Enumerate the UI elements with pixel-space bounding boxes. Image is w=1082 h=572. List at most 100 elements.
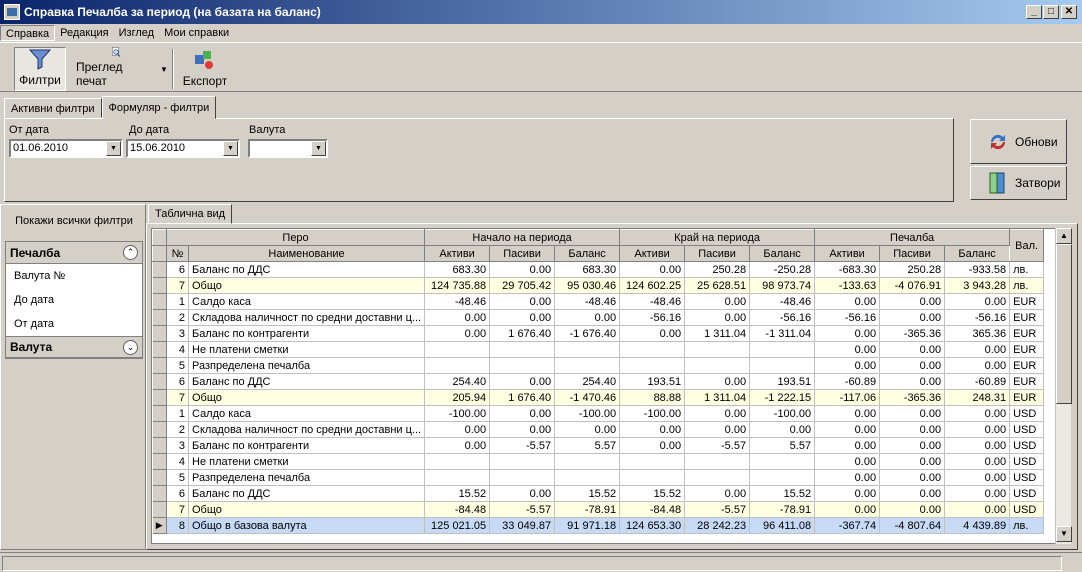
column-header[interactable]: Наименование bbox=[187, 245, 426, 262]
group-header-profit[interactable]: Печалба ⌃ bbox=[6, 242, 142, 264]
table-row[interactable]: 2 Складова наличност по средни доставни ц… bbox=[152, 421, 1045, 438]
column-header[interactable]: Активи bbox=[619, 245, 686, 262]
item-name: Салдо каса bbox=[188, 405, 426, 422]
column-header[interactable]: Активи bbox=[424, 245, 491, 262]
scroll-up-icon[interactable]: ▲ bbox=[1056, 228, 1072, 244]
report-grid[interactable]: Перо Начало на периода Край на периода П… bbox=[151, 228, 1071, 544]
menu-edit[interactable]: Редакция bbox=[55, 25, 113, 41]
table-row[interactable]: 6 Баланс по ДДС 15.52 0.00 15.52 15.52 0.00 15.… bbox=[152, 485, 1045, 502]
menu-view[interactable]: Изглед bbox=[114, 25, 159, 41]
column-header[interactable]: Баланс bbox=[554, 245, 621, 262]
column-header[interactable]: Пасиви bbox=[879, 245, 946, 262]
filters-button[interactable]: Филтри bbox=[14, 47, 66, 91]
value-cell: -250.28 bbox=[749, 261, 816, 278]
value-cell: 0.00 bbox=[619, 437, 686, 454]
value-cell: -367.74 bbox=[814, 517, 881, 534]
value-cell: 0.00 bbox=[944, 405, 1011, 422]
export-button[interactable]: Експорт bbox=[180, 47, 230, 91]
menu-report[interactable]: Справка bbox=[0, 25, 56, 41]
group-header-currency[interactable]: Валута ⌄ bbox=[6, 336, 142, 358]
row-indicator[interactable] bbox=[152, 405, 167, 422]
table-row[interactable]: 4 Не платени сметки 0.00 0.00 0.00 USD bbox=[152, 453, 1045, 470]
currency-combo[interactable]: ▼ bbox=[248, 139, 328, 158]
table-row[interactable]: 7 Общо -84.48 -5.57 -78.91 -84.48 -5.57 -78.91 0… bbox=[152, 501, 1045, 518]
chevron-down-icon[interactable]: ▼ bbox=[311, 141, 326, 156]
header-item[interactable]: Перо bbox=[165, 229, 426, 246]
table-row[interactable]: 7 Общо 124 735.88 29 705.42 95 030.46 124 602… bbox=[152, 277, 1045, 294]
table-row[interactable]: 4 Не платени сметки 0.00 0.00 0.00 EUR bbox=[152, 341, 1045, 358]
header-period-end[interactable]: Край на периода bbox=[619, 229, 816, 246]
table-row[interactable]: 1 Салдо каса -100.00 0.00 -100.00 -100.00 0.00… bbox=[152, 405, 1045, 422]
row-indicator[interactable] bbox=[152, 277, 167, 294]
column-header[interactable]: Пасиви bbox=[684, 245, 751, 262]
vertical-scrollbar[interactable]: ▲ ▼ bbox=[1055, 228, 1072, 544]
row-indicator[interactable] bbox=[152, 293, 167, 310]
item-name: Общо bbox=[188, 277, 426, 294]
currency-cell: USD bbox=[1009, 501, 1045, 518]
header-currency[interactable]: Вал. bbox=[1009, 229, 1045, 262]
table-row[interactable]: 7 Общо 205.94 1 676.40 -1 470.46 88.88 1 311.0… bbox=[152, 389, 1045, 406]
row-indicator[interactable] bbox=[152, 325, 167, 342]
row-indicator[interactable]: ▶ bbox=[152, 517, 167, 534]
to-date-combo[interactable]: 15.06.2010 ▼ bbox=[126, 139, 240, 158]
chevron-down-icon[interactable]: ⌄ bbox=[123, 339, 138, 355]
header-profit[interactable]: Печалба bbox=[814, 229, 1011, 246]
row-indicator[interactable] bbox=[152, 485, 167, 502]
row-indicator[interactable] bbox=[152, 501, 167, 518]
value-cell: -78.91 bbox=[554, 501, 621, 518]
row-indicator[interactable] bbox=[152, 357, 167, 374]
group-item[interactable]: До дата bbox=[6, 288, 142, 312]
refresh-button[interactable]: Обнови bbox=[970, 119, 1067, 164]
row-indicator[interactable] bbox=[152, 373, 167, 390]
table-row[interactable]: 6 Баланс по ДДС 254.40 0.00 254.40 193.51 0.00… bbox=[152, 373, 1045, 390]
chevron-down-icon[interactable]: ▼ bbox=[223, 141, 238, 156]
table-row[interactable]: 3 Баланс по контрагенти 0.00 -5.57 5.57 0.00-… bbox=[152, 437, 1045, 454]
close-window-button[interactable]: ✕ bbox=[1061, 5, 1077, 19]
row-indicator[interactable] bbox=[152, 437, 167, 454]
value-cell: -4 076.91 bbox=[879, 277, 946, 294]
row-indicator[interactable] bbox=[152, 469, 167, 486]
currency-cell: EUR bbox=[1009, 293, 1045, 310]
table-row[interactable]: 3 Баланс по контрагенти 0.00 1 676.40 -1 676… bbox=[152, 325, 1045, 342]
table-row[interactable]: 5 Разпределена печалба 0.00 0.00 0.00 USD bbox=[152, 469, 1045, 486]
row-indicator[interactable] bbox=[152, 453, 167, 470]
tab-active-filters[interactable]: Активни филтри bbox=[4, 98, 102, 118]
header-period-start[interactable]: Начало на периода bbox=[424, 229, 621, 246]
group-item[interactable]: Валута № bbox=[6, 264, 142, 288]
value-cell bbox=[554, 469, 621, 486]
chevron-up-icon[interactable]: ⌃ bbox=[123, 245, 138, 260]
minimize-button[interactable]: _ bbox=[1026, 5, 1042, 19]
group-item[interactable]: От дата bbox=[6, 312, 142, 336]
table-row[interactable]: 1 Салдо каса -48.46 0.00 -48.46 -48.46 0.00 -48… bbox=[152, 293, 1045, 310]
row-indicator[interactable] bbox=[152, 421, 167, 438]
show-all-filters-link[interactable]: Покажи всички филтри bbox=[1, 215, 147, 227]
row-indicator[interactable] bbox=[152, 261, 167, 278]
column-header[interactable]: Активи bbox=[814, 245, 881, 262]
menu-my-reports[interactable]: Мои справки bbox=[159, 25, 234, 41]
column-header[interactable]: № bbox=[166, 245, 189, 262]
maximize-button[interactable]: □ bbox=[1043, 5, 1059, 19]
table-row[interactable]: 5 Разпределена печалба 0.00 0.00 0.00 EUR bbox=[152, 357, 1045, 374]
table-row[interactable]: 6 Баланс по ДДС 683.30 0.00 683.30 0.00 250.28… bbox=[152, 261, 1045, 278]
table-row[interactable]: ▶ 8 Общо в базова валута 125 021.05 33 049.8… bbox=[152, 517, 1045, 534]
print-preview-button[interactable]: Преглед печат bbox=[76, 47, 156, 91]
table-row[interactable]: 2 Складова наличност по средни доставни ц… bbox=[152, 309, 1045, 326]
value-cell: 33 049.87 bbox=[489, 517, 556, 534]
scroll-down-icon[interactable]: ▼ bbox=[1056, 526, 1072, 542]
tab-table-view[interactable]: Таблична вид bbox=[148, 204, 233, 224]
tab-form-filters[interactable]: Формуляр - филтри bbox=[101, 96, 217, 119]
close-button[interactable]: Затвори bbox=[970, 166, 1067, 200]
row-indicator[interactable] bbox=[152, 341, 167, 358]
scroll-thumb[interactable] bbox=[1056, 244, 1072, 404]
column-header[interactable]: Пасиви bbox=[489, 245, 556, 262]
from-date-combo[interactable]: 01.06.2010 ▼ bbox=[9, 139, 123, 158]
value-cell: 15.52 bbox=[749, 485, 816, 502]
chevron-down-icon[interactable]: ▼ bbox=[106, 141, 121, 156]
column-header[interactable]: Баланс bbox=[749, 245, 816, 262]
column-header[interactable]: Баланс bbox=[944, 245, 1011, 262]
item-name: Баланс по контрагенти bbox=[188, 437, 426, 454]
row-indicator[interactable] bbox=[152, 309, 167, 326]
app-icon bbox=[4, 4, 20, 20]
preview-dropdown-icon[interactable]: ▼ bbox=[160, 65, 168, 74]
row-indicator[interactable] bbox=[152, 389, 167, 406]
